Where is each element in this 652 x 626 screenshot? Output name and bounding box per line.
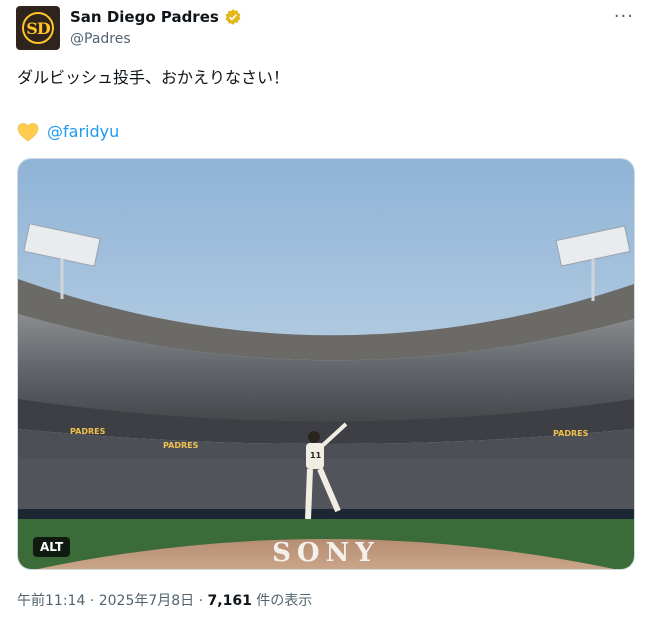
banner-text: PADRES [70, 427, 106, 436]
jersey-number: 11 [310, 451, 322, 460]
handle[interactable]: @Padres [70, 31, 131, 47]
stadium-photo: PADRES PADRES PADRES 11 SONY [18, 159, 634, 569]
more-options-icon[interactable]: ··· [614, 6, 634, 27]
mention-link[interactable]: @faridyu [47, 122, 119, 142]
yellow-heart-icon [17, 123, 39, 142]
alt-badge[interactable]: ALT [33, 537, 71, 557]
tweet-card: SD San Diego Padres @Padres ··· ダルビッシュ投手… [0, 0, 652, 626]
field-sign: SONY [272, 538, 380, 568]
tweet-time[interactable]: 午前11:14 [17, 593, 85, 609]
tweet-photo[interactable]: PADRES PADRES PADRES 11 SONY ALT [17, 158, 635, 570]
avatar[interactable]: SD [16, 6, 60, 50]
separator: · [89, 593, 95, 609]
author-name-row: San Diego Padres [70, 8, 242, 26]
views-label: 件の表示 [256, 593, 313, 609]
banner-text: PADRES [553, 429, 589, 438]
padres-logo: SD [22, 12, 54, 44]
display-name[interactable]: San Diego Padres [70, 8, 219, 26]
tweet-text: ダルビッシュ投手、おかえりなさい！ [17, 68, 290, 87]
verified-badge-icon [225, 9, 241, 25]
tweet-mention-line: @faridyu [17, 122, 119, 142]
separator: · [198, 593, 204, 609]
views-count: 7,161 [207, 593, 252, 609]
banner-text: PADRES [163, 441, 199, 450]
tweet-meta: 午前11:14 · 2025年7月8日 · 7,161 件の表示 [17, 590, 312, 610]
tweet-date[interactable]: 2025年7月8日 [99, 593, 194, 609]
